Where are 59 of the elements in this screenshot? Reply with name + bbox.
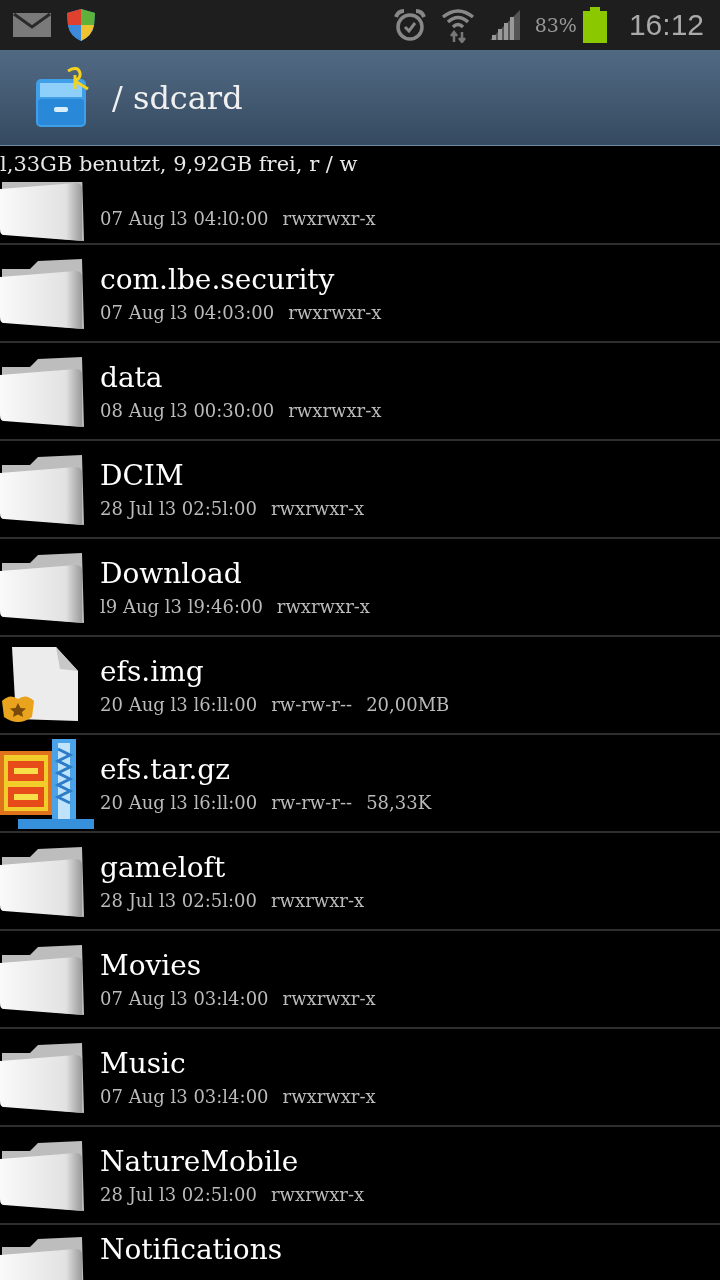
file-permissions: rwxrwxr-x bbox=[282, 1086, 376, 1107]
file-name: NatureMobile bbox=[100, 1145, 300, 1178]
file-permissions: rw-rw-r-- bbox=[271, 694, 353, 715]
modified-date: 07 Aug l3 04:03:00 bbox=[100, 302, 275, 323]
battery-percentage: 83% bbox=[534, 14, 577, 36]
file-permissions: rwxrwxr-x bbox=[282, 988, 376, 1009]
modified-date: 28 Jul l3 02:5l:00 bbox=[100, 498, 257, 519]
modified-date: 20 Aug l3 l6:ll:00 bbox=[100, 792, 258, 813]
signal-icon bbox=[488, 9, 521, 41]
file-permissions: rwxrwxr-x bbox=[282, 208, 376, 229]
file-name: DCIM bbox=[100, 459, 185, 492]
wifi-icon bbox=[440, 7, 475, 43]
file-list-item[interactable]: NatureMobile 28 Jul l3 02:5l:00 rwxrwxr-x bbox=[0, 1127, 720, 1225]
file-name: com.lbe.security bbox=[100, 263, 336, 296]
shield-icon bbox=[66, 8, 96, 42]
battery-icon bbox=[582, 7, 607, 43]
alarm-icon bbox=[392, 8, 427, 42]
file-list-item[interactable]: 07 Aug l3 04:l0:00 rwxrwxr-x bbox=[0, 182, 720, 245]
file-permissions: rwxrwxr-x bbox=[276, 596, 370, 617]
file-size: 20,00MB bbox=[366, 694, 450, 715]
modified-date: 20 Aug l3 l6:ll:00 bbox=[100, 694, 258, 715]
file-permissions: rwxrwxr-x bbox=[271, 890, 365, 911]
file-list-item[interactable]: Movies 07 Aug l3 03:l4:00 rwxrwxr-x bbox=[0, 931, 720, 1029]
file-list-item[interactable]: com.lbe.security 07 Aug l3 04:03:00 rwxrwxr-x bbox=[0, 245, 720, 343]
file-name: data bbox=[100, 361, 164, 394]
file-name: gameloft bbox=[100, 851, 227, 884]
modified-date: 07 Aug l3 04:l0:00 bbox=[100, 208, 269, 229]
file-list-item[interactable]: Notifications bbox=[0, 1225, 720, 1280]
modified-date: 08 Aug l3 00:30:00 bbox=[100, 400, 275, 421]
file-permissions: rwxrwxr-x bbox=[271, 498, 365, 519]
file-name: Download bbox=[100, 557, 243, 590]
modified-date: 07 Aug l3 03:l4:00 bbox=[100, 1086, 269, 1107]
modified-date: 07 Aug l3 03:l4:00 bbox=[100, 988, 269, 1009]
file-name: Music bbox=[100, 1047, 187, 1080]
modified-date: 28 Jul l3 02:5l:00 bbox=[100, 1184, 257, 1205]
file-badge-icon bbox=[0, 645, 80, 725]
storage-info: l,33GB benutzt, 9,92GB frei, r / w bbox=[0, 151, 359, 178]
file-list-item[interactable]: Download l9 Aug l3 l9:46:00 rwxrwxr-x bbox=[0, 539, 720, 637]
clock-time: 16:12 bbox=[628, 8, 704, 42]
file-size: 58,33K bbox=[366, 792, 432, 813]
file-name: Movies bbox=[100, 949, 203, 982]
file-list-item[interactable]: efs.img 20 Aug l3 l6:ll:00 rw-rw-r-- 20,00MB bbox=[0, 637, 720, 735]
file-name: efs.img bbox=[100, 655, 205, 688]
file-permissions: rw-rw-r-- bbox=[271, 792, 353, 813]
folder-icon bbox=[0, 182, 84, 243]
file-list-item[interactable]: Music 07 Aug l3 03:l4:00 rwxrwxr-x bbox=[0, 1029, 720, 1127]
file-name: efs.tar.gz bbox=[100, 753, 232, 786]
file-list-item[interactable]: data 08 Aug l3 00:30:00 rwxrwxr-x bbox=[0, 343, 720, 441]
file-list-item[interactable]: DCIM 28 Jul l3 02:5l:00 rwxrwxr-x bbox=[0, 441, 720, 539]
file-permissions: rwxrwxr-x bbox=[271, 1184, 365, 1205]
modified-date: 28 Jul l3 02:5l:00 bbox=[100, 890, 257, 911]
file-name: Notifications bbox=[100, 1233, 283, 1266]
file-list-item[interactable]: efs.tar.gz 20 Aug l3 l6:ll:00 rw-rw-r-- 58,33K bbox=[0, 735, 720, 833]
folder-path-title: / sdcard bbox=[112, 78, 243, 117]
file-list-item[interactable]: gameloft 28 Jul l3 02:5l:00 rwxrwxr-x bbox=[0, 833, 720, 931]
modified-date: l9 Aug l3 l9:46:00 bbox=[100, 596, 263, 617]
file-permissions: rwxrwxr-x bbox=[288, 400, 382, 421]
mail-icon bbox=[12, 11, 52, 39]
file-permissions: rwxrwxr-x bbox=[288, 302, 382, 323]
